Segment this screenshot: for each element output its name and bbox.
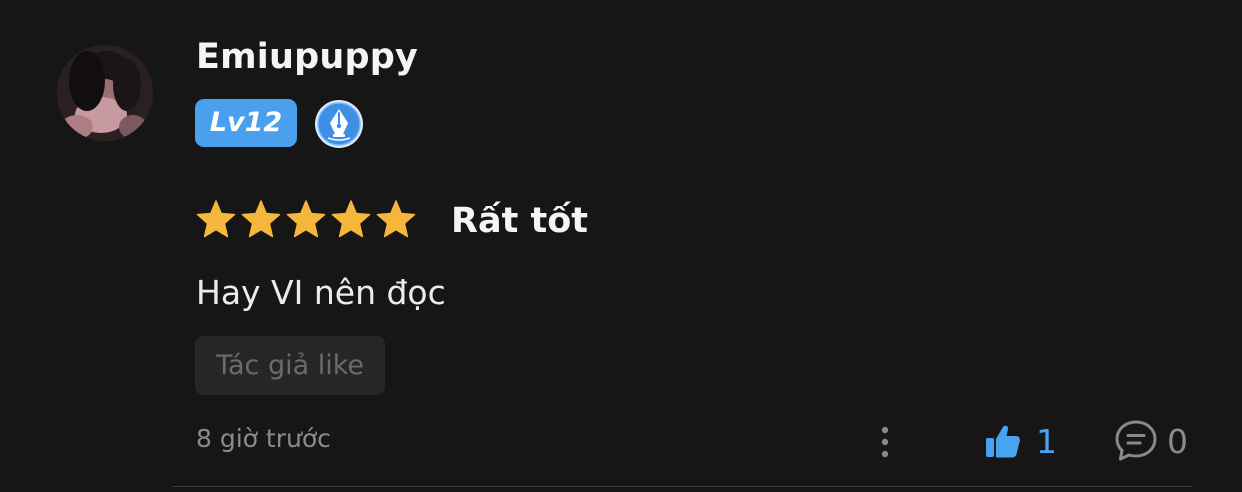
star-icon bbox=[331, 198, 371, 242]
comment-button[interactable]: 0 bbox=[1113, 418, 1188, 464]
like-count: 1 bbox=[1036, 421, 1057, 461]
avatar-image bbox=[57, 45, 153, 141]
comment-count: 0 bbox=[1167, 421, 1188, 461]
star-icon bbox=[196, 198, 236, 242]
review-timestamp: 8 giờ trước bbox=[196, 424, 331, 453]
star-icon bbox=[286, 198, 326, 242]
divider bbox=[172, 486, 1192, 487]
like-button[interactable]: 1 bbox=[984, 418, 1057, 464]
rating-label: Rất tốt bbox=[451, 201, 588, 241]
star-icon bbox=[241, 198, 281, 242]
star-rating bbox=[196, 198, 416, 246]
comment-icon bbox=[1115, 420, 1157, 461]
star-icon bbox=[376, 198, 416, 242]
author-like-tag: Tác giả like bbox=[195, 336, 385, 395]
user-avatar[interactable] bbox=[57, 45, 153, 141]
review-text: Hay VI nên đọc bbox=[196, 273, 446, 312]
more-vertical-icon bbox=[881, 426, 889, 458]
username[interactable]: Emiupuppy bbox=[196, 37, 418, 77]
level-badge: Lv12 bbox=[195, 99, 297, 147]
fountain-pen-icon bbox=[314, 99, 364, 149]
more-options-button[interactable] bbox=[868, 420, 902, 464]
thumbs-up-icon bbox=[986, 425, 1020, 458]
